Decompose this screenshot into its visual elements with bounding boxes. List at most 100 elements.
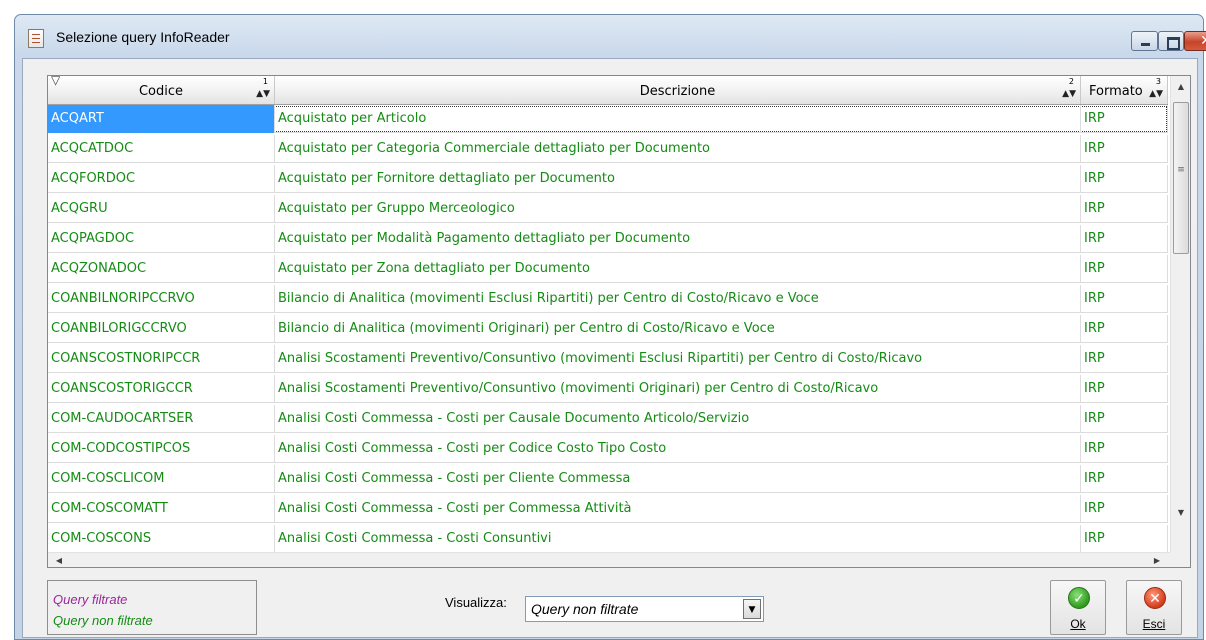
cell-descrizione: Acquistato per Modalità Pagamento dettag… [275, 225, 1081, 253]
scroll-thumb[interactable]: ≡ [1173, 102, 1189, 254]
scroll-corner [1170, 552, 1190, 567]
cell-descrizione: Bilancio di Analitica (movimenti Esclusi… [275, 285, 1081, 313]
table-row[interactable]: COM-CODCOSTIPCOS Analisi Costi Commessa -… [48, 435, 1168, 463]
cell-codice: COM-CODCOSTIPCOS [48, 435, 275, 463]
table-row[interactable]: COANSCOSTORIGCCR Analisi Scostamenti Prev… [48, 375, 1168, 403]
cell-codice: ACQGRU [48, 195, 275, 223]
cell-descrizione: Acquistato per Articolo [275, 105, 1081, 133]
column-header-descrizione[interactable]: Descrizione 2 ▲▼ [275, 76, 1081, 104]
cell-formato: IRP [1081, 315, 1168, 343]
cell-formato: IRP [1081, 225, 1168, 253]
cell-descrizione: Analisi Costi Commessa - Costi Consuntiv… [275, 525, 1081, 553]
cell-descrizione: Acquistato per Zona dettagliato per Docu… [275, 255, 1081, 283]
column-header-formato[interactable]: Formato 3 ▲▼ [1081, 76, 1168, 104]
ok-button[interactable]: ✓ Ok [1050, 580, 1106, 635]
x-icon: ✕ [1144, 587, 1166, 609]
cell-formato: IRP [1081, 435, 1168, 463]
cell-descrizione: Analisi Costi Commessa - Costi per Comme… [275, 495, 1081, 523]
legend-box: Query filtrate Query non filtrate [47, 580, 257, 635]
chevron-down-icon[interactable]: ▼ [743, 599, 761, 619]
table-row[interactable]: COANBILORIGCCRVO Bilancio di Analitica (m… [48, 315, 1168, 343]
cell-descrizione: Analisi Scostamenti Preventivo/Consuntiv… [275, 345, 1081, 373]
scroll-right-icon[interactable]: ▶ [1148, 553, 1166, 567]
view-select[interactable]: Query non filtrate ▼ [525, 596, 764, 622]
table-row[interactable]: COM-COSCOMATT Analisi Costi Commessa - Co… [48, 495, 1168, 523]
filter-triangle-icon[interactable]: ▽ [51, 76, 60, 96]
cell-codice: COM-COSCLICOM [48, 465, 275, 493]
table-row[interactable]: ACQGRU Acquistato per Gruppo Merceologico… [48, 195, 1168, 223]
table-row[interactable]: ACQART Acquistato per Articolo IRP [48, 105, 1168, 133]
scroll-left-icon[interactable]: ◀ [50, 553, 68, 567]
maximize-button[interactable] [1158, 31, 1184, 51]
cell-codice: COM-CAUDOCARTSER [48, 405, 275, 433]
cell-formato: IRP [1081, 165, 1168, 193]
cell-codice: COANBILNORIPCCRVO [48, 285, 275, 313]
cell-formato: IRP [1081, 495, 1168, 523]
window-title: Selezione query InfoReader [56, 29, 230, 45]
exit-label: Esci [1142, 617, 1166, 631]
cell-descrizione: Analisi Costi Commessa - Costi per Causa… [275, 405, 1081, 433]
grid-header: ▽ Codice 1 ▲▼ Descrizione 2 ▲▼ Formato 3… [48, 76, 1168, 105]
minimize-button[interactable] [1131, 31, 1158, 51]
legend-unfiltered: Query non filtrate [53, 613, 153, 628]
cell-descrizione: Acquistato per Fornitore dettagliato per… [275, 165, 1081, 193]
close-button[interactable]: ✕ [1184, 31, 1206, 51]
cell-descrizione: Acquistato per Categoria Commerciale det… [275, 135, 1081, 163]
scroll-up-icon[interactable]: ▲ [1171, 78, 1190, 96]
grip-icon: ≡ [1177, 165, 1185, 175]
table-row[interactable]: COM-COSCONS Analisi Costi Commessa - Cost… [48, 525, 1168, 553]
scroll-down-icon[interactable]: ▼ [1171, 504, 1190, 522]
table-row[interactable]: ACQPAGDOC Acquistato per Modalità Pagamen… [48, 225, 1168, 253]
sort-icon[interactable]: ▲▼ [256, 89, 270, 99]
column-label: Codice [138, 84, 184, 99]
cell-codice: ACQZONADOC [48, 255, 275, 283]
grid-rows: ACQART Acquistato per Articolo IRP ACQCATDO… [48, 105, 1168, 555]
vertical-scrollbar[interactable]: ▲ ≡ ▼ [1170, 76, 1190, 552]
cell-descrizione: Analisi Costi Commessa - Costi per Codic… [275, 435, 1081, 463]
table-row[interactable]: COM-COSCLICOM Analisi Costi Commessa - Co… [48, 465, 1168, 493]
cell-descrizione: Analisi Costi Commessa - Costi per Clien… [275, 465, 1081, 493]
check-icon: ✓ [1068, 587, 1090, 609]
cell-descrizione: Bilancio di Analitica (movimenti Origina… [275, 315, 1081, 343]
table-row[interactable]: COANBILNORIPCCRVO Bilancio di Analitica (… [48, 285, 1168, 313]
table-row[interactable]: COANSCOSTNORIPCCR Analisi Scostamenti Pre… [48, 345, 1168, 373]
cell-codice: COANSCOSTORIGCCR [48, 375, 275, 403]
query-grid[interactable]: ▽ Codice 1 ▲▼ Descrizione 2 ▲▼ Formato 3… [47, 75, 1191, 568]
cell-codice: COM-COSCOMATT [48, 495, 275, 523]
cell-codice: ACQCATDOC [48, 135, 275, 163]
cell-formato: IRP [1081, 195, 1168, 223]
cell-descrizione: Analisi Scostamenti Preventivo/Consuntiv… [275, 375, 1081, 403]
cell-formato: IRP [1081, 255, 1168, 283]
app-icon [28, 29, 44, 48]
view-select-value: Query non filtrate [531, 601, 639, 617]
table-row[interactable]: ACQZONADOC Acquistato per Zona dettagliat… [48, 255, 1168, 283]
title-bar[interactable]: Selezione query InfoReader ✕ [15, 15, 1206, 57]
cell-formato: IRP [1081, 465, 1168, 493]
table-row[interactable]: ACQFORDOC Acquistato per Fornitore dettag… [48, 165, 1168, 193]
view-label: Visualizza: [445, 595, 507, 610]
horizontal-scrollbar[interactable]: ◀ ▶ [48, 552, 1170, 567]
cell-formato: IRP [1081, 105, 1168, 133]
cell-formato: IRP [1081, 405, 1168, 433]
ok-label: Ok [1070, 617, 1086, 631]
table-row[interactable]: ACQCATDOC Acquistato per Categoria Commer… [48, 135, 1168, 163]
cell-descrizione: Acquistato per Gruppo Merceologico [275, 195, 1081, 223]
table-row[interactable]: COM-CAUDOCARTSER Analisi Costi Commessa -… [48, 405, 1168, 433]
cell-codice: ACQFORDOC [48, 165, 275, 193]
sort-icon[interactable]: ▲▼ [1149, 89, 1163, 99]
cell-codice: ACQPAGDOC [48, 225, 275, 253]
column-header-codice[interactable]: ▽ Codice 1 ▲▼ [48, 76, 275, 104]
sort-icon[interactable]: ▲▼ [1062, 89, 1076, 99]
dialog-window: Selezione query InfoReader ✕ ▽ Codice 1 … [14, 14, 1206, 640]
column-label: Descrizione [639, 84, 716, 99]
cell-codice: COANBILORIGCCRVO [48, 315, 275, 343]
cell-codice: ACQART [48, 105, 275, 133]
cell-formato: IRP [1081, 285, 1168, 313]
legend-filtered: Query filtrate [53, 592, 128, 607]
cell-formato: IRP [1081, 135, 1168, 163]
cell-codice: COM-COSCONS [48, 525, 275, 553]
cell-formato: IRP [1081, 525, 1168, 553]
exit-button[interactable]: ✕ Esci [1126, 580, 1182, 635]
cell-codice: COANSCOSTNORIPCCR [48, 345, 275, 373]
dialog-client-area: ▽ Codice 1 ▲▼ Descrizione 2 ▲▼ Formato 3… [22, 58, 1198, 638]
